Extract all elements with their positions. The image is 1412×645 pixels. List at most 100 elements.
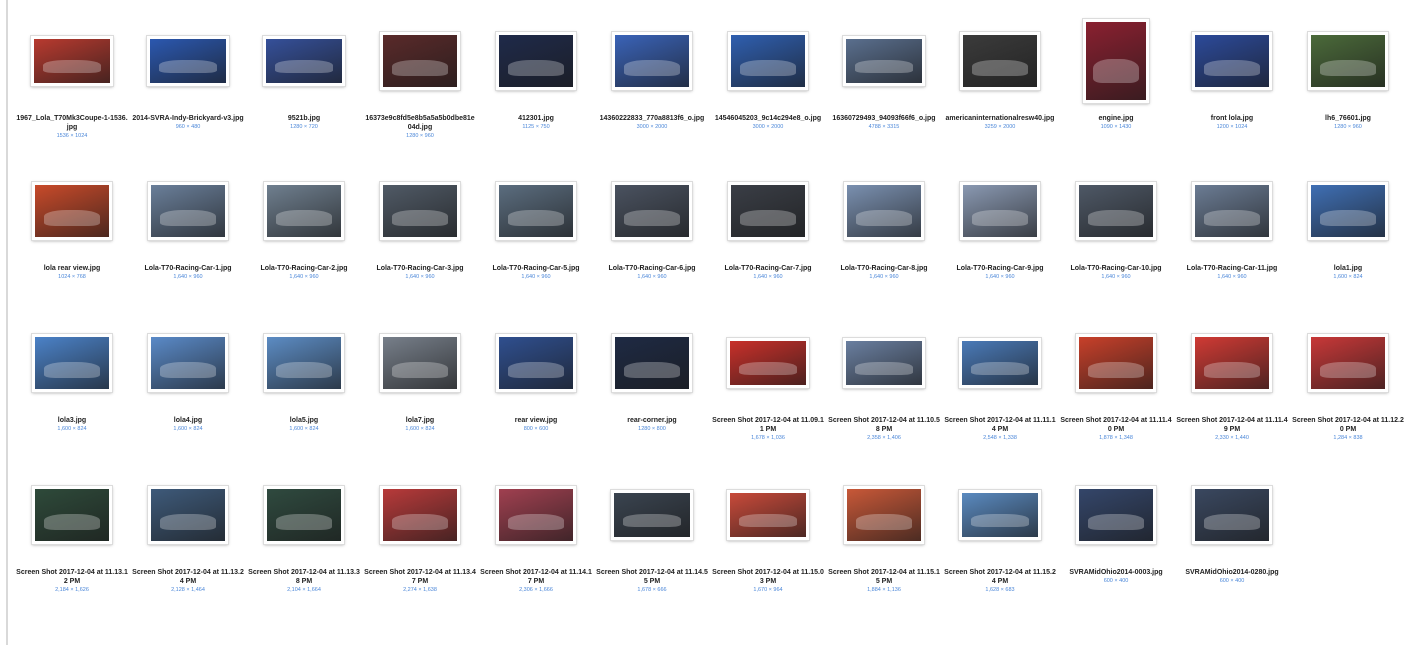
file-item[interactable]: americaninternationalresw40.jpg 3259 × 20…	[942, 18, 1058, 168]
image-thumbnail[interactable]	[842, 337, 926, 389]
image-thumbnail[interactable]	[958, 489, 1042, 541]
file-item[interactable]: Lola-T70-Racing-Car-10.jpg 1,640 × 960	[1058, 168, 1174, 320]
file-item[interactable]: Screen Shot 2017-12-04 at 11.09.11 PM 1,6…	[710, 320, 826, 472]
image-thumbnail[interactable]	[1082, 18, 1150, 104]
image-thumbnail[interactable]	[610, 489, 694, 541]
file-item[interactable]: lola4.jpg 1,600 × 824	[130, 320, 246, 472]
image-thumbnail[interactable]	[495, 333, 577, 393]
image-thumbnail[interactable]	[379, 485, 461, 545]
image-thumbnail[interactable]	[379, 333, 461, 393]
file-item[interactable]: Screen Shot 2017-12-04 at 11.11.49 PM 2,3…	[1174, 320, 1290, 472]
file-item[interactable]: Lola-T70-Racing-Car-6.jpg 1,640 × 960	[594, 168, 710, 320]
file-name: Lola-T70-Racing-Car-6.jpg	[608, 265, 696, 272]
image-thumbnail[interactable]	[1191, 485, 1273, 545]
image-thumbnail[interactable]	[727, 31, 809, 91]
image-thumbnail[interactable]	[147, 181, 229, 241]
image-thumbnail[interactable]	[263, 181, 345, 241]
image-thumbnail[interactable]	[1191, 31, 1273, 91]
thumbnail-container	[22, 168, 122, 254]
image-thumbnail[interactable]	[1191, 181, 1273, 241]
file-item[interactable]: Screen Shot 2017-12-04 at 11.14.55 PM 1,6…	[594, 472, 710, 624]
file-item[interactable]: Screen Shot 2017-12-04 at 11.13.12 PM 2,1…	[14, 472, 130, 624]
file-item[interactable]: Screen Shot 2017-12-04 at 11.15.24 PM 1,6…	[942, 472, 1058, 624]
image-thumbnail[interactable]	[1075, 485, 1157, 545]
image-thumbnail[interactable]	[147, 333, 229, 393]
image-thumbnail[interactable]	[959, 31, 1041, 91]
file-item[interactable]: SVRAMidOhio2014-0280.jpg 600 × 400	[1174, 472, 1290, 624]
file-item[interactable]: Lola-T70-Racing-Car-3.jpg 1,640 × 960	[362, 168, 478, 320]
file-item[interactable]: rear view.jpg 800 × 600	[478, 320, 594, 472]
file-item[interactable]: lola3.jpg 1,600 × 824	[14, 320, 130, 472]
image-thumbnail[interactable]	[726, 489, 810, 541]
file-icon-grid: 1967_Lola_T70Mk3Coupe-1-1536.jpg 1536 × 1…	[14, 18, 1406, 624]
image-thumbnail[interactable]	[1191, 333, 1273, 393]
thumbnail-container	[1298, 168, 1398, 254]
image-thumbnail[interactable]	[379, 31, 461, 91]
image-thumbnail[interactable]	[1307, 181, 1389, 241]
file-item[interactable]: 412301.jpg 1125 × 750	[478, 18, 594, 168]
image-thumbnail[interactable]	[1075, 333, 1157, 393]
file-item[interactable]: Lola-T70-Racing-Car-1.jpg 1,640 × 960	[130, 168, 246, 320]
image-thumbnail[interactable]	[611, 31, 693, 91]
file-item[interactable]: Screen Shot 2017-12-04 at 11.13.38 PM 2,1…	[246, 472, 362, 624]
image-thumbnail[interactable]	[30, 35, 114, 87]
file-item[interactable]: Screen Shot 2017-12-04 at 11.11.14 PM 2,5…	[942, 320, 1058, 472]
file-item[interactable]: Lola-T70-Racing-Car-5.jpg 1,640 × 960	[478, 168, 594, 320]
file-item[interactable]: lola7.jpg 1,600 × 824	[362, 320, 478, 472]
image-thumbnail[interactable]	[959, 181, 1041, 241]
file-item[interactable]: Screen Shot 2017-12-04 at 11.15.15 PM 1,8…	[826, 472, 942, 624]
file-item[interactable]: 16373e9c8fd5e8b5a5a5b0dbe81e04d.jpg 1280 …	[362, 18, 478, 168]
file-item[interactable]: Screen Shot 2017-12-04 at 11.10.58 PM 2,3…	[826, 320, 942, 472]
image-thumbnail[interactable]	[495, 485, 577, 545]
file-item[interactable]: lola rear view.jpg 1024 × 768	[14, 168, 130, 320]
file-item[interactable]: 9521b.jpg 1280 × 720	[246, 18, 362, 168]
file-dimensions: 1,640 × 960	[173, 274, 203, 280]
image-thumbnail[interactable]	[843, 181, 925, 241]
file-item[interactable]: 1967_Lola_T70Mk3Coupe-1-1536.jpg 1536 × 1…	[14, 18, 130, 168]
image-thumbnail[interactable]	[842, 35, 926, 87]
file-item[interactable]: Screen Shot 2017-12-04 at 11.12.20 PM 1,2…	[1290, 320, 1406, 472]
file-item[interactable]: Screen Shot 2017-12-04 at 11.15.03 PM 1,6…	[710, 472, 826, 624]
file-item[interactable]: lola1.jpg 1,600 × 824	[1290, 168, 1406, 320]
image-thumbnail[interactable]	[727, 181, 809, 241]
file-item[interactable]: Lola-T70-Racing-Car-2.jpg 1,640 × 960	[246, 168, 362, 320]
image-thumbnail[interactable]	[263, 333, 345, 393]
image-thumbnail[interactable]	[146, 35, 230, 87]
image-thumbnail[interactable]	[263, 485, 345, 545]
file-item[interactable]: lola5.jpg 1,600 × 824	[246, 320, 362, 472]
image-thumbnail[interactable]	[31, 485, 113, 545]
image-thumbnail[interactable]	[611, 181, 693, 241]
file-item[interactable]: 14360222833_770a8813f6_o.jpg 3000 × 2000	[594, 18, 710, 168]
file-item[interactable]: 2014-SVRA-Indy-Brickyard-v3.jpg 960 × 480	[130, 18, 246, 168]
file-item[interactable]: lh6_76601.jpg 1280 × 960	[1290, 18, 1406, 168]
image-thumbnail[interactable]	[379, 181, 461, 241]
file-item[interactable]: 14546045203_9c14c294e8_o.jpg 3000 × 2000	[710, 18, 826, 168]
image-thumbnail[interactable]	[147, 485, 229, 545]
image-thumbnail[interactable]	[262, 35, 346, 87]
image-thumbnail[interactable]	[31, 333, 113, 393]
file-item[interactable]: Screen Shot 2017-12-04 at 11.11.40 PM 1,8…	[1058, 320, 1174, 472]
image-thumbnail[interactable]	[843, 485, 925, 545]
file-item[interactable]: rear-corner.jpg 1280 × 800	[594, 320, 710, 472]
file-item[interactable]: Lola-T70-Racing-Car-9.jpg 1,640 × 960	[942, 168, 1058, 320]
image-thumbnail[interactable]	[31, 181, 113, 241]
file-item[interactable]: Lola-T70-Racing-Car-8.jpg 1,640 × 960	[826, 168, 942, 320]
image-thumbnail[interactable]	[726, 337, 810, 389]
image-thumbnail[interactable]	[1075, 181, 1157, 241]
file-item[interactable]: Screen Shot 2017-12-04 at 11.13.24 PM 2,1…	[130, 472, 246, 624]
image-thumbnail[interactable]	[611, 333, 693, 393]
image-thumbnail[interactable]	[1307, 31, 1389, 91]
file-dimensions: 3000 × 2000	[636, 124, 668, 130]
file-item[interactable]: SVRAMidOhio2014-0003.jpg 600 × 400	[1058, 472, 1174, 624]
file-item[interactable]: engine.jpg 1090 × 1430	[1058, 18, 1174, 168]
file-item[interactable]: Screen Shot 2017-12-04 at 11.13.47 PM 2,2…	[362, 472, 478, 624]
file-item[interactable]: Lola-T70-Racing-Car-7.jpg 1,640 × 960	[710, 168, 826, 320]
file-item[interactable]: Lola-T70-Racing-Car-11.jpg 1,640 × 960	[1174, 168, 1290, 320]
image-thumbnail[interactable]	[958, 337, 1042, 389]
file-item[interactable]: Screen Shot 2017-12-04 at 11.14.17 PM 2,3…	[478, 472, 594, 624]
file-item[interactable]: 16360729493_94093f66f6_o.jpg 4788 × 3315	[826, 18, 942, 168]
image-thumbnail[interactable]	[495, 31, 577, 91]
image-thumbnail[interactable]	[495, 181, 577, 241]
image-thumbnail[interactable]	[1307, 333, 1389, 393]
file-item[interactable]: front lola.jpg 1200 × 1024	[1174, 18, 1290, 168]
